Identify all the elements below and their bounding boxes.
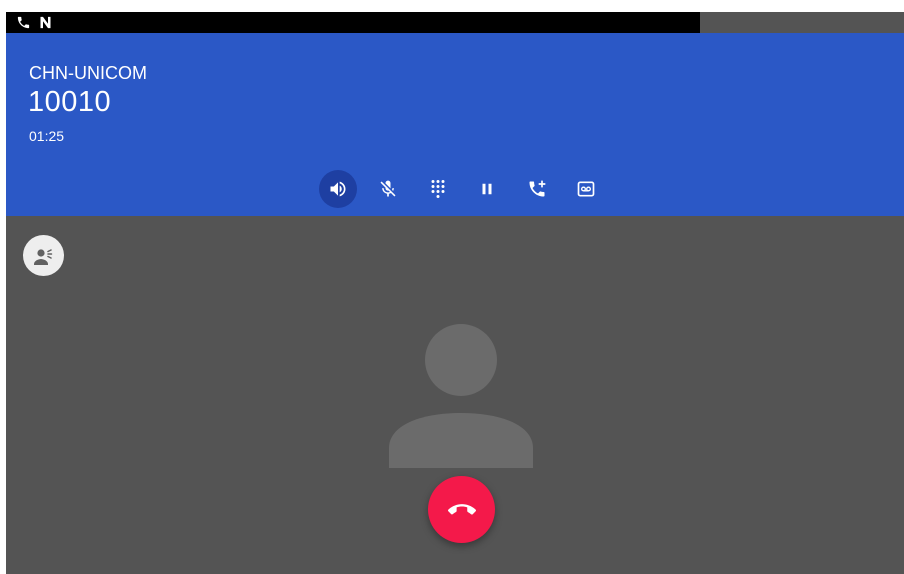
rtt-speaker-button[interactable] bbox=[23, 235, 64, 276]
nfc-icon bbox=[40, 16, 51, 29]
mic-off-icon bbox=[380, 180, 396, 197]
voicemail-icon bbox=[577, 181, 595, 197]
call-duration: 01:25 bbox=[29, 128, 65, 144]
add-call-icon bbox=[529, 180, 546, 197]
phone-number: 10010 bbox=[28, 86, 112, 118]
add-call-button[interactable] bbox=[518, 170, 556, 208]
contact-avatar-icon bbox=[389, 324, 533, 468]
end-call-button[interactable] bbox=[428, 476, 495, 543]
status-bar bbox=[6, 12, 700, 33]
end-call-icon bbox=[447, 503, 476, 515]
dialpad-button[interactable] bbox=[419, 170, 457, 208]
hold-button[interactable] bbox=[468, 170, 506, 208]
mute-button[interactable] bbox=[369, 170, 407, 208]
call-controls bbox=[6, 170, 904, 208]
speaker-icon bbox=[330, 181, 346, 197]
pause-icon bbox=[482, 183, 492, 195]
speaking-person-icon bbox=[33, 248, 52, 265]
voicemail-button[interactable] bbox=[567, 170, 605, 208]
phone-icon bbox=[17, 16, 30, 29]
dialpad-icon bbox=[431, 180, 445, 198]
carrier-label: CHN-UNICOM bbox=[29, 63, 147, 83]
speaker-button[interactable] bbox=[319, 170, 357, 208]
call-header: CHN-UNICOM 10010 01:25 bbox=[6, 33, 904, 216]
